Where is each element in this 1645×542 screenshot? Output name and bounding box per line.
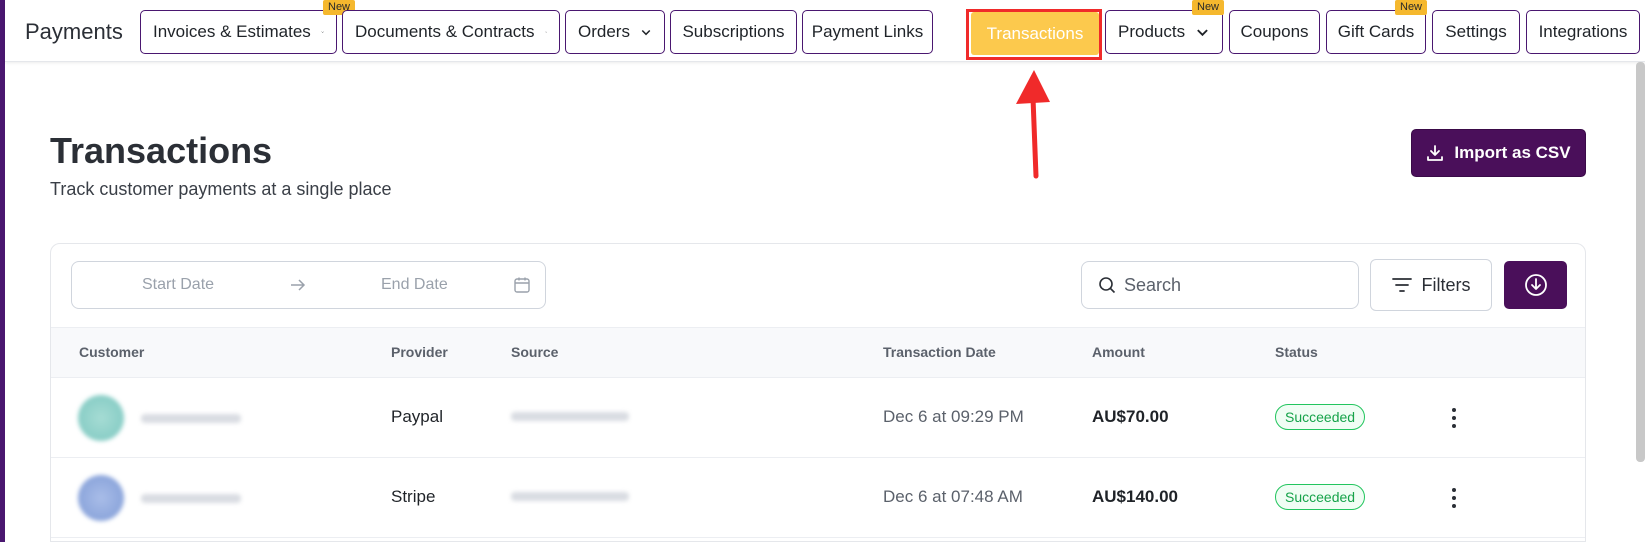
annotation-arrow-icon bbox=[1016, 70, 1050, 179]
download-circle-icon bbox=[1524, 274, 1547, 296]
page-subtitle: Track customer payments at a single plac… bbox=[50, 179, 392, 199]
tab-orders[interactable]: Orders bbox=[565, 10, 665, 54]
tab-label: Subscriptions bbox=[682, 22, 785, 41]
customer-name-redacted bbox=[141, 494, 241, 503]
tab-coupons[interactable]: Coupons bbox=[1229, 10, 1320, 54]
tab-label: Orders bbox=[578, 22, 630, 41]
avatar bbox=[78, 395, 124, 441]
table-row[interactable]: Stripe Dec 6 at 07:48 AM AU$140.00 Succe… bbox=[51, 458, 1585, 538]
start-date-field[interactable]: Start Date bbox=[142, 276, 214, 294]
tab-integrations[interactable]: Integrations bbox=[1526, 10, 1640, 54]
top-navigation-bar: Payments Invoices & Estimates New Docume… bbox=[5, 0, 1645, 62]
download-button[interactable] bbox=[1504, 261, 1567, 309]
column-header-customer[interactable]: Customer bbox=[79, 344, 144, 360]
tab-settings[interactable]: Settings bbox=[1432, 10, 1520, 54]
source-redacted bbox=[511, 412, 629, 421]
provider-cell: Paypal bbox=[391, 407, 443, 426]
date-range-picker[interactable]: Start Date End Date bbox=[71, 261, 546, 309]
tab-subscriptions[interactable]: Subscriptions bbox=[670, 10, 797, 54]
tab-label: Products bbox=[1118, 22, 1186, 41]
source-redacted bbox=[511, 492, 629, 501]
more-options-icon[interactable] bbox=[1444, 404, 1464, 432]
column-header-amount[interactable]: Amount bbox=[1092, 344, 1145, 360]
provider-cell: Stripe bbox=[391, 487, 436, 506]
amount-cell: AU$140.00 bbox=[1092, 487, 1179, 506]
table-header: Customer Provider Source Transaction Dat… bbox=[51, 327, 1585, 378]
more-options-icon[interactable] bbox=[1444, 484, 1464, 512]
avatar bbox=[78, 475, 124, 521]
column-header-transaction-date[interactable]: Transaction Date bbox=[883, 344, 996, 360]
tab-label: Payment Links bbox=[811, 22, 924, 41]
highlight-box bbox=[966, 9, 1102, 60]
tab-label: Coupons bbox=[1240, 22, 1309, 41]
import-csv-button[interactable]: Import as CSV bbox=[1411, 129, 1586, 177]
column-header-provider[interactable]: Provider bbox=[391, 344, 448, 360]
amount-cell: AU$70.00 bbox=[1092, 407, 1169, 426]
filter-icon bbox=[1391, 278, 1412, 292]
filters-label: Filters bbox=[1421, 274, 1471, 295]
new-badge: New bbox=[1395, 0, 1428, 15]
page-title: Transactions bbox=[50, 130, 273, 171]
table-row[interactable]: Paypal Dec 6 at 09:29 PM AU$70.00 Succee… bbox=[51, 378, 1585, 458]
calendar-icon bbox=[514, 277, 530, 293]
import-csv-label: Import as CSV bbox=[1454, 143, 1571, 162]
transactions-card: Start Date End Date Filters Customer Pro… bbox=[50, 243, 1586, 542]
column-header-status[interactable]: Status bbox=[1275, 344, 1318, 360]
transaction-date-cell: Dec 6 at 07:48 AM bbox=[883, 487, 1023, 506]
search-input[interactable] bbox=[1124, 274, 1324, 296]
brand-title: Payments bbox=[25, 19, 123, 44]
filters-button[interactable]: Filters bbox=[1370, 259, 1492, 311]
vertical-scrollbar[interactable] bbox=[1636, 62, 1645, 462]
tab-gift-cards[interactable]: Gift Cards bbox=[1326, 10, 1426, 54]
tab-label: Integrations bbox=[1538, 22, 1628, 41]
tab-invoices[interactable]: Invoices & Estimates bbox=[140, 10, 337, 54]
tab-payment-links[interactable]: Payment Links bbox=[802, 10, 933, 54]
end-date-field[interactable]: End Date bbox=[381, 276, 448, 294]
download-icon bbox=[1427, 145, 1444, 161]
status-badge: Succeeded bbox=[1275, 404, 1366, 430]
tab-label: Documents & Contracts bbox=[355, 22, 535, 41]
search-icon bbox=[1099, 277, 1116, 294]
tab-documents[interactable]: Documents & Contracts bbox=[342, 10, 560, 54]
chevron-down-icon bbox=[321, 31, 324, 33]
tab-label: Invoices & Estimates bbox=[153, 22, 311, 41]
transaction-date-cell: Dec 6 at 09:29 PM bbox=[883, 407, 1024, 426]
arrow-right-icon bbox=[291, 279, 306, 291]
status-badge: Succeeded bbox=[1275, 484, 1366, 510]
search-box[interactable] bbox=[1081, 261, 1359, 309]
customer-name-redacted bbox=[141, 414, 241, 423]
tab-label: Settings bbox=[1445, 22, 1507, 41]
chevron-down-icon bbox=[641, 29, 651, 36]
tab-products[interactable]: Products bbox=[1105, 10, 1223, 54]
new-badge: New bbox=[1192, 0, 1225, 15]
chevron-down-icon bbox=[1197, 29, 1208, 37]
tab-label: Gift Cards bbox=[1337, 22, 1415, 41]
chevron-down-icon bbox=[544, 31, 547, 33]
column-header-source[interactable]: Source bbox=[511, 344, 558, 360]
